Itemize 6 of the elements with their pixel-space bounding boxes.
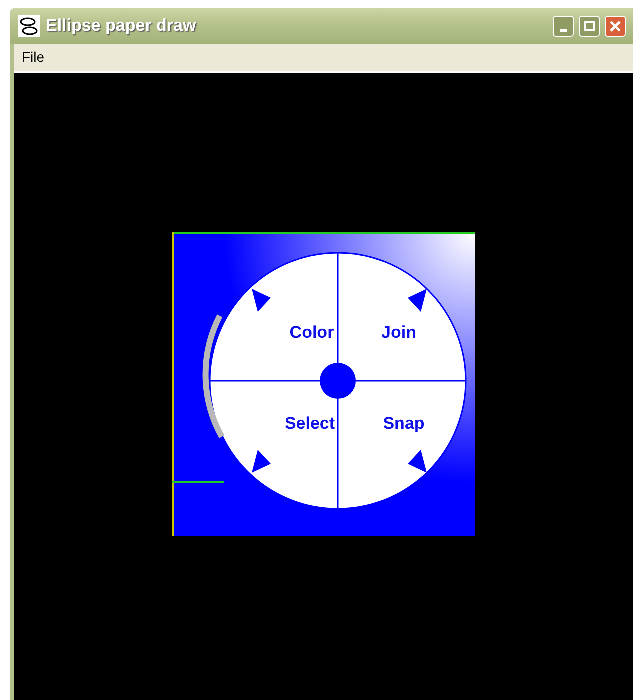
pie-menu-option[interactable]: Color (290, 323, 334, 342)
menu-item[interactable]: File (16, 47, 51, 68)
pie-menu-option[interactable]: Snap (383, 414, 425, 433)
window-title: Ellipse paper draw (46, 15, 196, 38)
pie-menu-option[interactable]: Join (382, 323, 416, 342)
pie-menu-option[interactable]: Select (284, 414, 336, 433)
